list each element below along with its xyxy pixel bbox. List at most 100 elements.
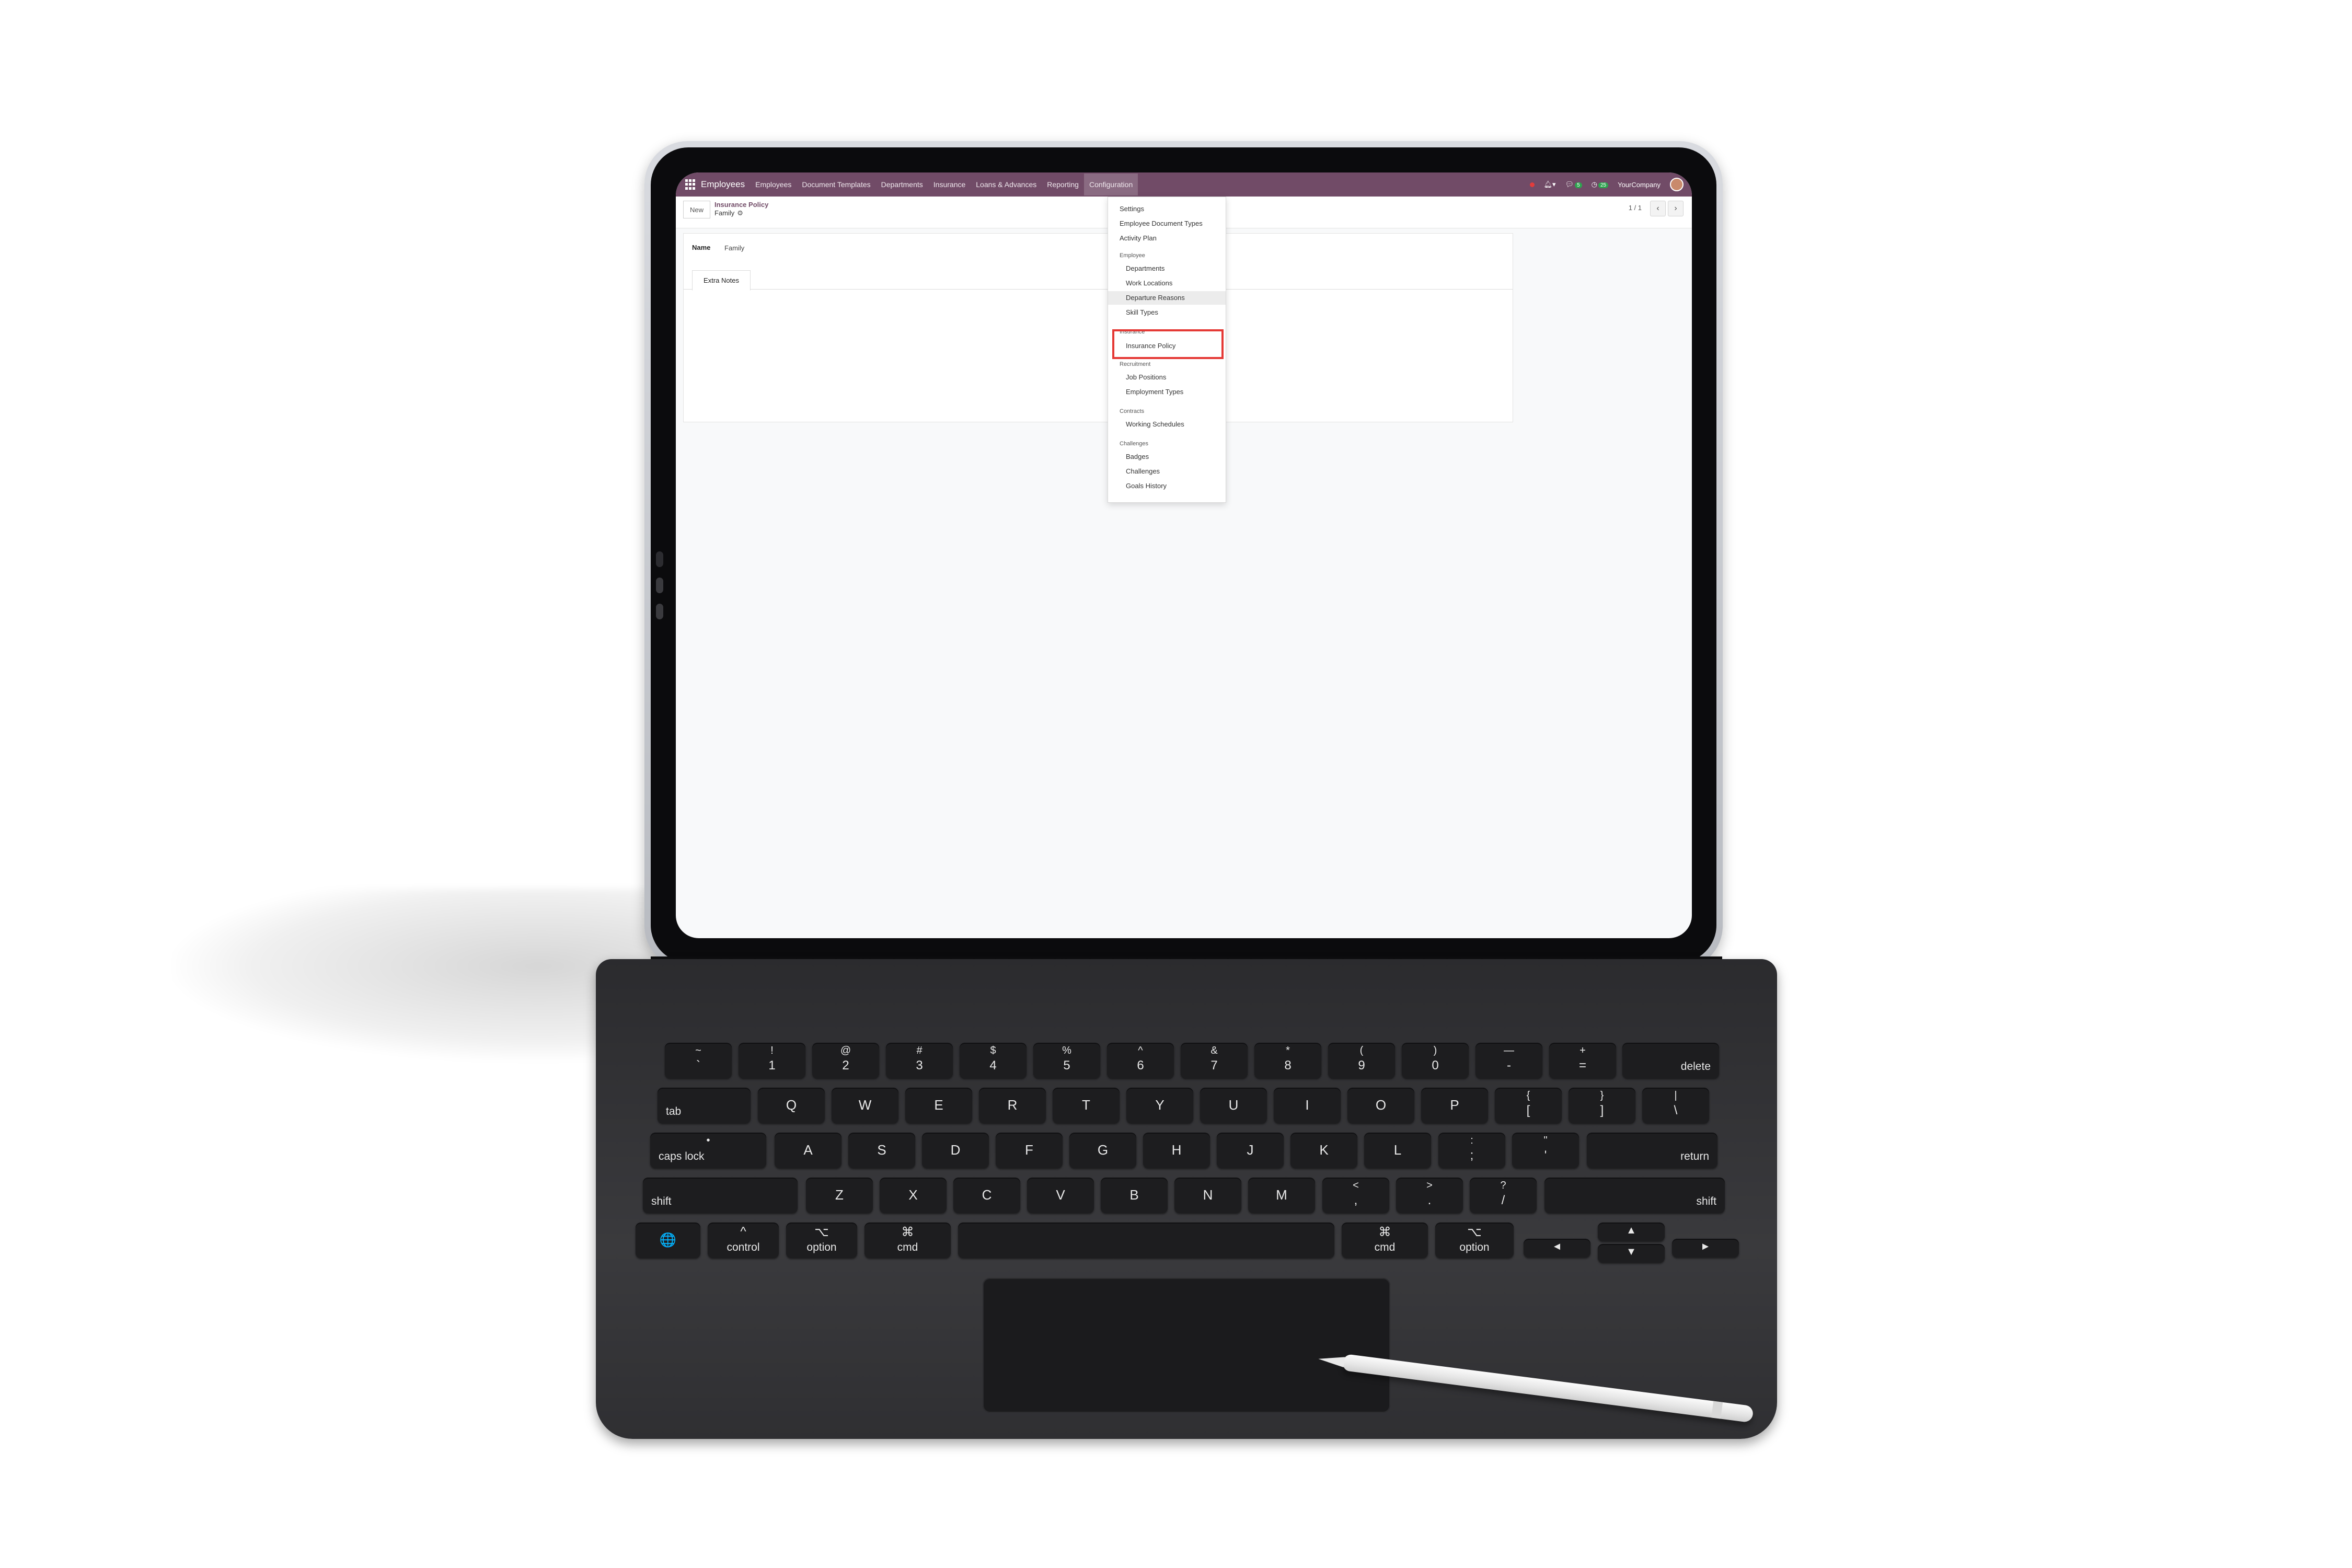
menu-item-departments[interactable]: Departments bbox=[1108, 262, 1226, 275]
bell-icon[interactable]: 🔔︎▾ bbox=[1544, 180, 1556, 189]
key-shift-left[interactable]: shift bbox=[643, 1178, 798, 1213]
key-b[interactable]: B bbox=[1101, 1178, 1168, 1213]
menu-employees[interactable]: Employees bbox=[755, 180, 791, 189]
key-,[interactable]: <, bbox=[1322, 1178, 1389, 1213]
breadcrumb-parent[interactable]: Insurance Policy bbox=[714, 201, 768, 209]
menu-configuration[interactable]: Configuration bbox=[1083, 174, 1138, 195]
menu-item-employment-types[interactable]: Employment Types bbox=[1108, 385, 1226, 399]
key-8[interactable]: * 8 bbox=[1254, 1043, 1321, 1078]
key-a[interactable]: A bbox=[775, 1133, 841, 1168]
chat-icon[interactable]: 💬︎ 5 bbox=[1565, 180, 1582, 189]
key-h[interactable]: H bbox=[1143, 1133, 1210, 1168]
record-indicator-icon[interactable] bbox=[1529, 182, 1535, 187]
key-i[interactable]: I bbox=[1274, 1088, 1341, 1123]
menu-loans-advances[interactable]: Loans & Advances bbox=[976, 180, 1036, 189]
key-arrow-right[interactable]: ► bbox=[1672, 1239, 1739, 1258]
key-shift-right[interactable]: shift bbox=[1544, 1178, 1725, 1213]
key-return[interactable]: return bbox=[1587, 1133, 1717, 1168]
key-v[interactable]: V bbox=[1027, 1178, 1094, 1213]
key-u[interactable]: U bbox=[1200, 1088, 1267, 1123]
key-delete[interactable]: delete bbox=[1622, 1043, 1719, 1078]
trackpad[interactable] bbox=[983, 1278, 1390, 1413]
key-f[interactable]: F bbox=[996, 1133, 1063, 1168]
key-][interactable]: }] bbox=[1569, 1088, 1635, 1123]
app-brand[interactable]: Employees bbox=[701, 179, 745, 190]
key-\[interactable]: | \ bbox=[1642, 1088, 1709, 1123]
menu-item-work-locations[interactable]: Work Locations bbox=[1108, 276, 1226, 290]
key-5[interactable]: % 5 bbox=[1033, 1043, 1100, 1078]
menu-item-goals-history[interactable]: Goals History bbox=[1108, 479, 1226, 493]
pager-next-button[interactable]: › bbox=[1668, 201, 1684, 216]
key-x[interactable]: X bbox=[880, 1178, 947, 1213]
key-p[interactable]: P bbox=[1421, 1088, 1488, 1123]
key-k[interactable]: K bbox=[1290, 1133, 1357, 1168]
key-arrow-left[interactable]: ◄ bbox=[1524, 1239, 1590, 1258]
tab-extra-notes[interactable]: Extra Notes bbox=[692, 270, 751, 291]
key-c[interactable]: C bbox=[953, 1178, 1020, 1213]
key-6[interactable]: ^ 6 bbox=[1107, 1043, 1174, 1078]
key--[interactable]: — - bbox=[1475, 1043, 1542, 1078]
key-t[interactable]: T bbox=[1053, 1088, 1120, 1123]
key-tab[interactable]: tab bbox=[658, 1088, 751, 1123]
key-w[interactable]: W bbox=[832, 1088, 898, 1123]
key-z[interactable]: Z bbox=[806, 1178, 873, 1213]
key-m[interactable]: M bbox=[1248, 1178, 1315, 1213]
key-3[interactable]: #3 bbox=[886, 1043, 953, 1078]
user-avatar[interactable] bbox=[1670, 178, 1684, 191]
apps-grid-icon[interactable] bbox=[685, 179, 696, 190]
pager-previous-button[interactable]: ‹ bbox=[1650, 201, 1666, 216]
key-option-right[interactable]: ⌥ option bbox=[1435, 1223, 1514, 1258]
key-o[interactable]: O bbox=[1347, 1088, 1414, 1123]
key-1[interactable]: ! 1 bbox=[739, 1043, 805, 1078]
key-y[interactable]: Y bbox=[1126, 1088, 1193, 1123]
key-0[interactable]: ) 0 bbox=[1402, 1043, 1469, 1078]
clock-icon[interactable]: ◷ 25 bbox=[1592, 180, 1609, 189]
key-globe[interactable]: 🌐 bbox=[636, 1223, 700, 1258]
key-2[interactable]: @2 bbox=[812, 1043, 879, 1078]
menu-item-settings[interactable]: Settings bbox=[1108, 202, 1226, 216]
menu-item-departure-reasons[interactable]: Departure Reasons bbox=[1108, 291, 1226, 305]
key-j[interactable]: J bbox=[1217, 1133, 1284, 1168]
key-arrow-down[interactable]: ▼ bbox=[1598, 1244, 1665, 1263]
key-arrow-up[interactable]: ▲ bbox=[1598, 1223, 1665, 1241]
key-[[interactable]: {[ bbox=[1495, 1088, 1562, 1123]
key-caps-lock[interactable]: • caps lock bbox=[650, 1133, 766, 1168]
new-button[interactable]: New bbox=[683, 201, 710, 218]
menu-item-activity-plan[interactable]: Activity Plan bbox=[1108, 232, 1226, 245]
menu-item-employee-document-types[interactable]: Employee Document Types bbox=[1108, 217, 1226, 230]
pager-value[interactable]: 1 / 1 bbox=[1629, 204, 1642, 212]
menu-item-job-positions[interactable]: Job Positions bbox=[1108, 371, 1226, 384]
menu-item-challenges[interactable]: Challenges bbox=[1108, 465, 1226, 478]
menu-insurance[interactable]: Insurance bbox=[933, 180, 965, 189]
key-cmd-right[interactable]: ⌘ cmd bbox=[1342, 1223, 1428, 1258]
key-;[interactable]: :; bbox=[1438, 1133, 1505, 1168]
key-d[interactable]: D bbox=[922, 1133, 989, 1168]
key-option-left[interactable]: ⌥ option bbox=[786, 1223, 857, 1258]
key-space[interactable] bbox=[958, 1223, 1334, 1258]
key-r[interactable]: R bbox=[979, 1088, 1046, 1123]
key-=[interactable]: + = bbox=[1549, 1043, 1616, 1078]
key-control[interactable]: ^ control bbox=[708, 1223, 779, 1258]
key-9[interactable]: (9 bbox=[1328, 1043, 1395, 1078]
menu-departments[interactable]: Departments bbox=[881, 180, 923, 189]
name-field[interactable]: Family bbox=[724, 244, 744, 252]
key-q[interactable]: Q bbox=[758, 1088, 825, 1123]
key-/[interactable]: ? / bbox=[1470, 1178, 1537, 1213]
key-7[interactable]: & 7 bbox=[1181, 1043, 1248, 1078]
key-4[interactable]: $4 bbox=[960, 1043, 1027, 1078]
menu-item-skill-types[interactable]: Skill Types bbox=[1108, 306, 1226, 319]
key-`[interactable]: ~ ` bbox=[665, 1043, 732, 1078]
menu-item-badges[interactable]: Badges bbox=[1108, 450, 1226, 464]
key-l[interactable]: L bbox=[1364, 1133, 1431, 1168]
key-g[interactable]: G bbox=[1069, 1133, 1136, 1168]
key-.[interactable]: >. bbox=[1396, 1178, 1463, 1213]
gear-icon[interactable]: ⚙ bbox=[737, 209, 743, 217]
company-switcher[interactable]: YourCompany bbox=[1618, 181, 1661, 189]
key-n[interactable]: N bbox=[1174, 1178, 1241, 1213]
key-s[interactable]: S bbox=[848, 1133, 915, 1168]
menu-item-working-schedules[interactable]: Working Schedules bbox=[1108, 418, 1226, 431]
menu-reporting[interactable]: Reporting bbox=[1047, 180, 1079, 189]
key-'[interactable]: " ' bbox=[1512, 1133, 1579, 1168]
key-cmd-left[interactable]: ⌘ cmd bbox=[864, 1223, 951, 1258]
menu-document-templates[interactable]: Document Templates bbox=[802, 180, 870, 189]
